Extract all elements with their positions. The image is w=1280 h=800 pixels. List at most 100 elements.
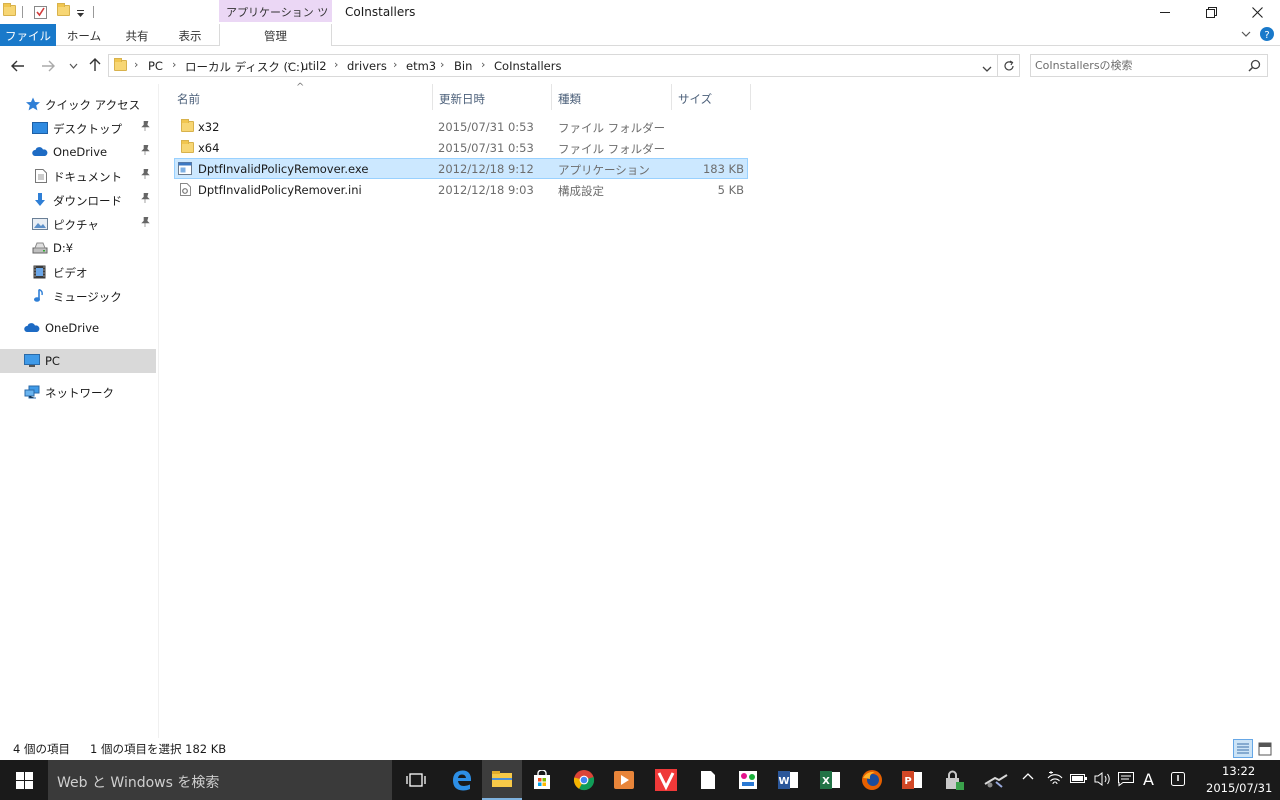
forward-button[interactable] (39, 57, 57, 75)
cloud-icon (32, 147, 48, 156)
breadcrumb-coinstallers[interactable]: CoInstallers (494, 59, 561, 73)
chevron-down-icon[interactable] (1240, 28, 1252, 43)
message-icon (1118, 772, 1134, 787)
arrow-left-icon (11, 60, 24, 72)
task-view-button[interactable] (396, 760, 436, 800)
file-date: 2015/07/31 0:53 (438, 141, 534, 155)
taskbar-snipping-tool[interactable] (976, 760, 1016, 800)
column-resize-handle[interactable] (750, 84, 751, 110)
restore-button[interactable] (1188, 0, 1234, 24)
column-header-label: 更新日時 (439, 92, 485, 106)
up-button[interactable] (86, 56, 104, 74)
file-name: DptfInvalidPolicyRemover.ini (198, 183, 362, 197)
battery-button[interactable] (1070, 772, 1088, 788)
breadcrumb-etm3[interactable]: etm3 (406, 59, 436, 73)
taskbar-search-box[interactable]: Web と Windows を検索 (48, 760, 392, 800)
sidebar-item-onedrive-pinned[interactable]: OneDrive (0, 141, 156, 163)
ime-mode-indicator[interactable]: A (1143, 770, 1154, 789)
pin-icon (141, 144, 150, 158)
sidebar-item-quick-access[interactable]: クイック アクセス (0, 93, 156, 115)
taskbar-excel[interactable]: X (810, 760, 850, 800)
customize-quick-access-icon[interactable] (76, 6, 88, 20)
svg-text:?: ? (1264, 30, 1269, 41)
sidebar-item-documents[interactable]: ドキュメント (0, 165, 156, 187)
folder-icon (114, 58, 127, 71)
taskbar-media-player[interactable] (604, 760, 644, 800)
tab-view[interactable]: 表示 (162, 24, 218, 46)
svg-text:P: P (904, 776, 911, 787)
file-row[interactable]: x32 2015/07/31 0:53 ファイル フォルダー (174, 116, 748, 137)
breadcrumb-bin[interactable]: Bin (454, 59, 472, 73)
search-box[interactable] (1030, 54, 1268, 77)
breadcrumb-separator: › (287, 58, 292, 71)
taskbar-store[interactable] (522, 760, 562, 800)
volume-button[interactable] (1094, 771, 1112, 791)
properties-icon[interactable] (34, 5, 47, 19)
breadcrumb-drivers[interactable]: drivers (347, 59, 387, 73)
breadcrumb-util2[interactable]: util2 (301, 59, 327, 73)
column-header-date[interactable]: 更新日時 (432, 84, 552, 110)
speaker-icon (1094, 772, 1110, 786)
search-input[interactable] (1035, 57, 1240, 74)
taskbar-paint-app[interactable] (728, 760, 768, 800)
pane-divider[interactable] (158, 84, 159, 738)
column-header-name[interactable]: 名前 (170, 84, 432, 110)
taskbar-word[interactable]: W (768, 760, 808, 800)
file-type: ファイル フォルダー (558, 121, 666, 135)
svg-text:X: X (822, 776, 830, 787)
sidebar-item-pictures[interactable]: ピクチャ (0, 213, 156, 235)
file-row-selected[interactable]: DptfInvalidPolicyRemover.exe 2012/12/18 … (174, 158, 748, 179)
action-center-button[interactable] (1117, 771, 1135, 791)
file-row[interactable]: DptfInvalidPolicyRemover.ini 2012/12/18 … (174, 179, 748, 200)
sidebar-item-drive-d[interactable]: D:¥ (0, 237, 156, 259)
refresh-button[interactable] (998, 54, 1020, 77)
tab-share[interactable]: 共有 (112, 24, 162, 46)
taskbar-edge[interactable] (442, 760, 482, 800)
file-size: 5 KB (717, 183, 744, 197)
sidebar-item-pc[interactable]: PC (0, 349, 156, 373)
taskbar-security-app[interactable] (934, 760, 974, 800)
minimize-button[interactable] (1142, 0, 1188, 24)
breadcrumb-separator: › (440, 58, 445, 71)
recent-locations-button[interactable] (64, 57, 82, 75)
show-hidden-icons-button[interactable] (1022, 771, 1034, 787)
new-folder-icon[interactable] (57, 3, 70, 19)
tab-file[interactable]: ファイル (0, 24, 56, 46)
search-icon[interactable] (1248, 59, 1261, 72)
details-view-button[interactable] (1233, 739, 1253, 758)
taskbar-file-explorer[interactable] (482, 760, 522, 800)
title-bar: アプリケーション ツール CoInstallers (0, 0, 1280, 35)
clock-time[interactable]: 13:22 (1222, 764, 1255, 778)
tab-manage[interactable]: 管理 (219, 24, 332, 46)
wifi-button[interactable] (1045, 770, 1063, 790)
sidebar-item-network[interactable]: ネットワーク (0, 381, 156, 403)
taskbar-powerpoint[interactable]: P (892, 760, 932, 800)
address-history-dropdown[interactable] (982, 62, 992, 76)
file-row[interactable]: x64 2015/07/31 0:53 ファイル フォルダー (174, 137, 748, 158)
sidebar-item-videos[interactable]: ビデオ (0, 261, 156, 283)
start-button[interactable] (0, 760, 48, 800)
sidebar-item-label: OneDrive (53, 145, 108, 159)
breadcrumb-separator: › (334, 58, 339, 71)
taskbar-blank-document[interactable] (688, 760, 728, 800)
sidebar-item-onedrive[interactable]: OneDrive (0, 317, 156, 339)
taskbar-firefox[interactable] (852, 760, 892, 800)
close-button[interactable] (1234, 0, 1280, 24)
clock-date[interactable]: 2015/07/31 (1206, 781, 1272, 795)
taskbar-chrome[interactable] (564, 760, 604, 800)
music-icon (34, 289, 43, 302)
sidebar-item-desktop[interactable]: デスクトップ (0, 117, 156, 139)
breadcrumb-pc[interactable]: PC (148, 59, 163, 73)
sidebar-item-downloads[interactable]: ダウンロード (0, 189, 156, 211)
help-icon[interactable]: ? (1260, 27, 1274, 44)
back-button[interactable] (9, 57, 27, 75)
column-header-type[interactable]: 種類 (551, 84, 671, 110)
ime-options-button[interactable] (1170, 771, 1186, 791)
tab-home[interactable]: ホーム (56, 24, 112, 46)
sidebar-item-music[interactable]: ミュージック (0, 285, 156, 307)
column-header-size[interactable]: サイズ (671, 84, 751, 110)
navigation-pane: クイック アクセス デスクトップ OneDrive ドキュメント ダウンロード … (0, 84, 157, 738)
large-icons-view-button[interactable] (1256, 740, 1274, 758)
address-bar[interactable]: › PC › ローカル ディスク (C:) › util2 › drivers … (108, 54, 998, 77)
taskbar-vivaldi[interactable] (646, 760, 686, 800)
